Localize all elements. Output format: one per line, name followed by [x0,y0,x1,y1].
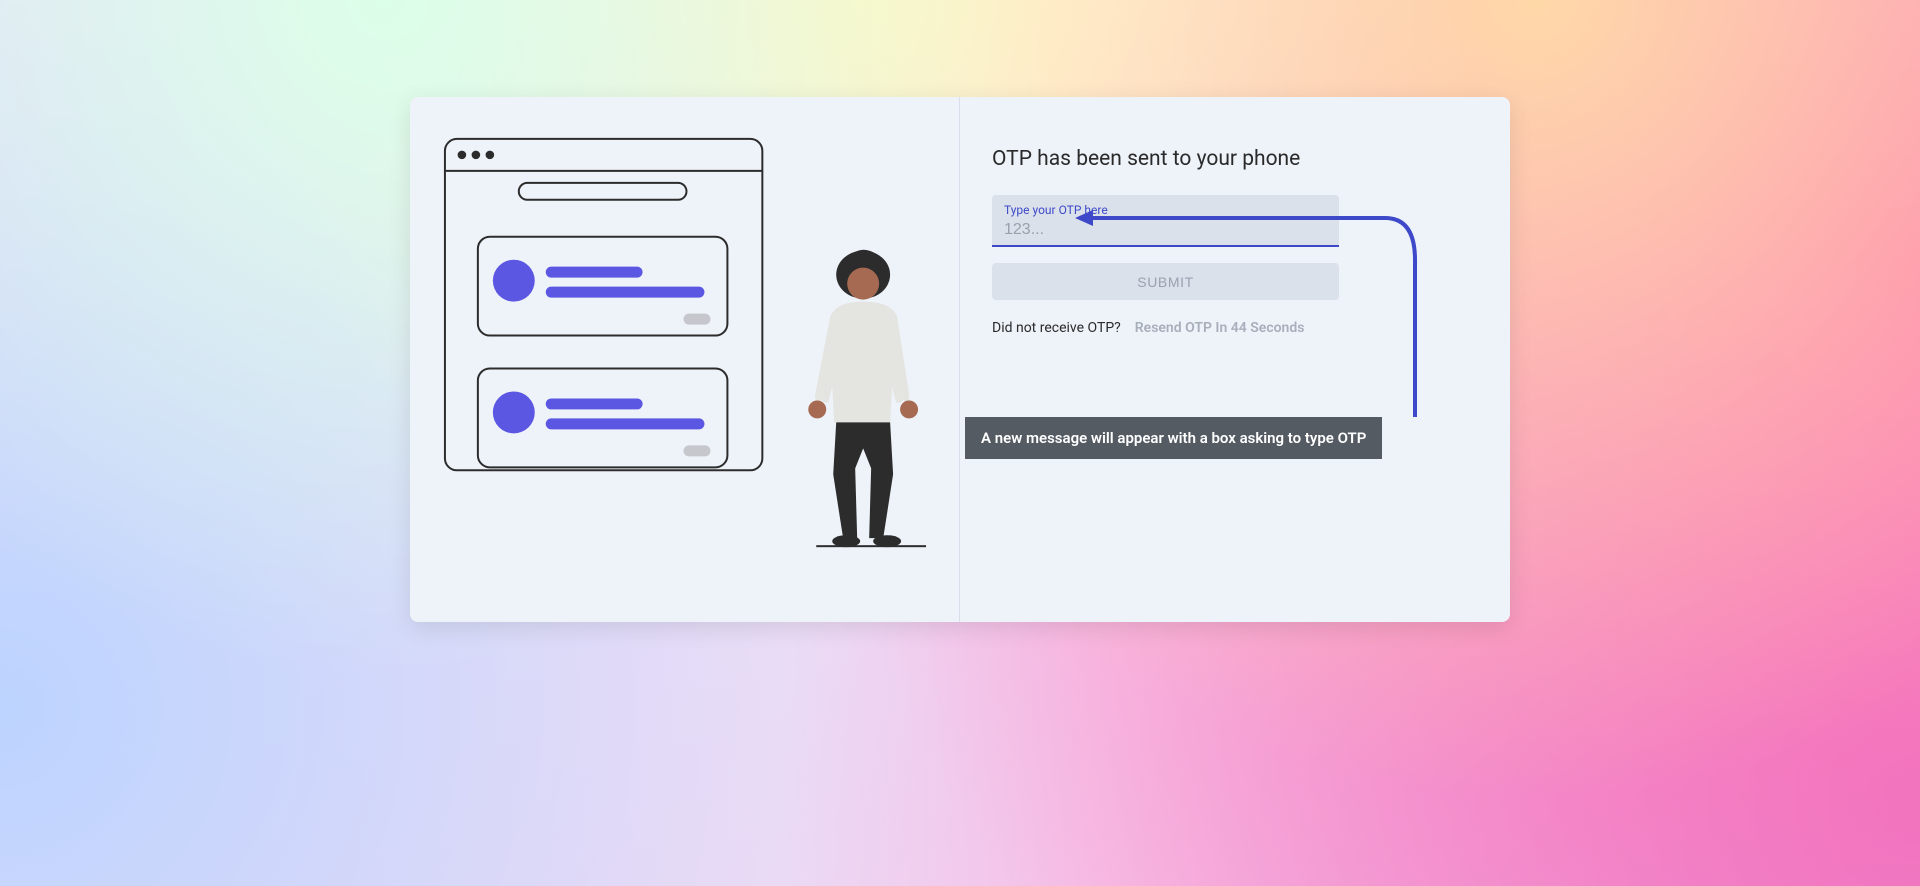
submit-button[interactable]: SUBMIT [992,263,1339,300]
otp-card: OTP has been sent to your phone Type you… [410,97,1510,622]
resend-question: Did not receive OTP? [992,320,1121,336]
resend-countdown: Resend OTP In 44 Seconds [1135,320,1305,336]
otp-field-label: Type your OTP here [1004,203,1327,217]
illustration-panel [410,97,960,622]
otp-input[interactable] [1004,221,1327,239]
resend-row: Did not receive OTP? Resend OTP In 44 Se… [992,320,1455,336]
otp-form-panel: OTP has been sent to your phone Type you… [960,97,1510,622]
otp-heading: OTP has been sent to your phone [992,147,1455,171]
posts-and-person-illustration [410,97,959,621]
annotation-callout: A new message will appear with a box ask… [965,417,1382,459]
otp-field[interactable]: Type your OTP here [992,195,1339,247]
